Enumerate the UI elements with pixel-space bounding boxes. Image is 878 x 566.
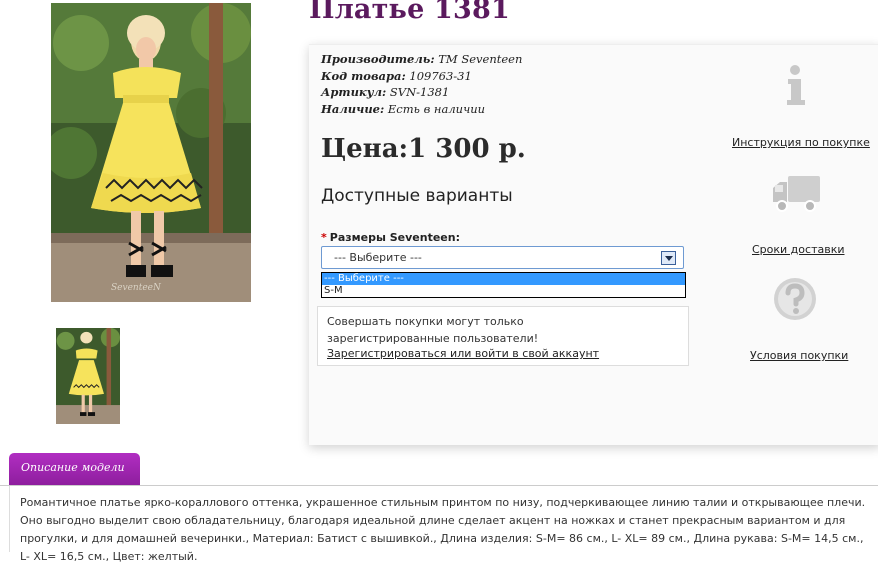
- thumbnail-illustration: [56, 328, 120, 424]
- meta-label: Артикул:: [321, 85, 387, 99]
- description-panel: Романтичное платье ярко-кораллового отте…: [9, 486, 878, 563]
- tab-description[interactable]: Описание модели: [9, 453, 140, 485]
- meta-value: TM Seventeen: [438, 52, 523, 66]
- meta-label: Наличие:: [321, 101, 385, 116]
- meta-label: Производитель:: [321, 52, 435, 66]
- meta-label: Код товара:: [321, 68, 406, 83]
- variants-heading: Доступные варианты: [321, 186, 513, 206]
- product-main-image[interactable]: SeventeeN: [51, 3, 251, 302]
- size-select-value: --- Выберите ---: [334, 251, 422, 264]
- product-price: Цена:1 300 р.: [321, 134, 526, 164]
- dropdown-option-s-m[interactable]: S-M: [322, 285, 685, 297]
- required-mark: *: [321, 231, 327, 244]
- chevron-down-icon[interactable]: [661, 251, 676, 265]
- register-login-link[interactable]: Зарегистрироваться или войти в свой акка…: [327, 347, 599, 360]
- info-icon[interactable]: [784, 64, 808, 106]
- sidebar-link-terms[interactable]: Условия покупки: [750, 349, 848, 362]
- size-dropdown-list: --- Выберите --- S-M: [321, 272, 686, 298]
- size-label-text: Размеры Seventeen:: [329, 231, 460, 244]
- meta-manufacturer: Производитель: TM Seventeen: [321, 51, 522, 68]
- product-meta: Производитель: TM Seventeen Код товара: …: [321, 51, 522, 117]
- sidebar-link-instructions[interactable]: Инструкция по покупке: [732, 136, 870, 149]
- dress-photo-illustration: [51, 3, 251, 302]
- meta-article: Артикул: SVN-1381: [321, 84, 522, 101]
- sidebar-link-delivery[interactable]: Сроки доставки: [752, 243, 845, 256]
- meta-product-code: Код товара: 109763-31: [321, 68, 522, 85]
- login-notice-text: Совершать покупки могут только зарегистр…: [327, 315, 539, 345]
- product-thumbnail[interactable]: [56, 328, 120, 424]
- size-label: * Размеры Seventeen:: [321, 231, 460, 244]
- meta-value: 109763-31: [409, 68, 472, 83]
- description-text: Романтичное платье ярко-кораллового отте…: [20, 496, 866, 563]
- product-title: Платье 1381: [309, 0, 511, 25]
- photo-watermark: SeventeeN: [111, 283, 161, 293]
- tab-description-label: Описание модели: [21, 461, 125, 474]
- meta-value: Есть в наличии: [387, 101, 486, 116]
- truck-icon[interactable]: [772, 174, 822, 214]
- login-notice: Совершать покупки могут только зарегистр…: [317, 306, 689, 366]
- meta-value: SVN-1381: [389, 85, 450, 99]
- size-select[interactable]: --- Выберите ---: [321, 246, 684, 269]
- meta-availability: Наличие: Есть в наличии: [321, 101, 522, 118]
- dropdown-option-choose[interactable]: --- Выберите ---: [322, 273, 685, 285]
- question-icon[interactable]: [773, 277, 817, 321]
